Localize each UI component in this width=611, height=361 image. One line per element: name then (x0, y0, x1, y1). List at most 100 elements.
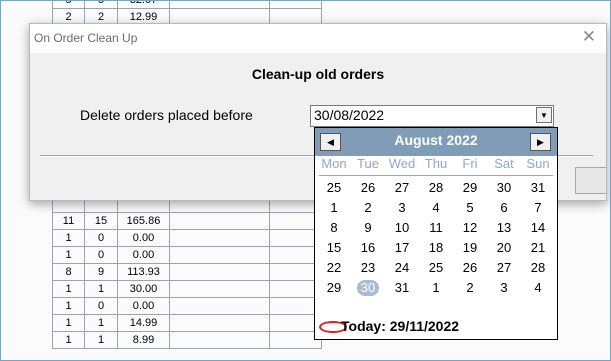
table-cell: 8.99 (118, 332, 170, 349)
calendar-day-number: 4 (432, 200, 440, 215)
today-label[interactable]: Today: 29/11/2022 (341, 318, 459, 334)
calendar-day[interactable]: 11 (419, 218, 453, 238)
calendar-day[interactable]: 3 (487, 278, 521, 298)
calendar-day-number: 27 (496, 260, 512, 275)
calendar-day[interactable]: 23 (351, 258, 385, 278)
calendar-day[interactable]: 31 (521, 178, 555, 198)
calendar-day-number: 20 (496, 240, 512, 255)
weekday-label: Tue (357, 156, 379, 171)
table-cell: 0.00 (118, 247, 170, 264)
calendar-day[interactable]: 27 (487, 258, 521, 278)
table-cell: 1 (52, 332, 85, 349)
weekday-label: Mon (321, 156, 347, 171)
dialog-heading: Clean-up old orders (251, 66, 385, 82)
calendar-days: 25 26 27 28 29 30 31 1 2 3 4 5 6 7 8 9 10 11 12 13 14 15 16 17 1… (317, 178, 555, 298)
calendar-day-number: 30 (496, 180, 512, 195)
calendar-day[interactable]: 12 (453, 218, 487, 238)
calendar-day[interactable]: 14 (521, 218, 555, 238)
calendar-day-number: 3 (398, 200, 406, 215)
calendar-day[interactable]: 3 (385, 198, 419, 218)
table-cell (170, 247, 270, 264)
calendar-day-number: 1 (432, 280, 440, 295)
calendar-day[interactable]: 2 (351, 198, 385, 218)
calendar-day[interactable]: 18 (419, 238, 453, 258)
weekday-label: Wed (388, 156, 416, 171)
calendar-day[interactable]: 26 (453, 258, 487, 278)
today-row[interactable]: Today: 29/11/2022 (317, 318, 555, 336)
calendar-day[interactable]: 15 (317, 238, 351, 258)
table-cell: 1 (52, 230, 85, 247)
calendar-week-row: 15 16 17 18 19 20 21 (317, 238, 555, 258)
calendar-day-number: 30 (360, 280, 376, 295)
calendar-day[interactable]: 9 (351, 218, 385, 238)
table-cell: 1 (85, 281, 118, 298)
date-picker-field[interactable]: 30/08/2022 ▼ (310, 105, 554, 127)
calendar-day[interactable]: 2 (453, 278, 487, 298)
calendar-day-number: 29 (326, 280, 342, 295)
calendar-day[interactable]: 7 (521, 198, 555, 218)
calendar-day-number: 15 (326, 240, 342, 255)
partially-hidden-button[interactable] (575, 167, 606, 194)
calendar-day[interactable]: 21 (521, 238, 555, 258)
calendar-day[interactable]: 10 (385, 218, 419, 238)
calendar-day[interactable]: 5 (453, 198, 487, 218)
table-cell: 0.00 (118, 230, 170, 247)
calendar-day[interactable]: 26 (351, 178, 385, 198)
calendar-day[interactable]: 4 (521, 278, 555, 298)
calendar-day-number: 28 (530, 260, 546, 275)
calendar-day-number: 2 (466, 280, 474, 295)
table-cell (170, 315, 270, 332)
table-cell (170, 213, 270, 230)
calendar-day-number: 26 (462, 260, 478, 275)
calendar-day[interactable]: 22 (317, 258, 351, 278)
calendar-day[interactable]: 29 (453, 178, 487, 198)
calendar-day-number: 8 (330, 220, 338, 235)
table-cell: 1 (52, 298, 85, 315)
table-cell: 15 (85, 213, 118, 230)
calendar-day-number: 2 (364, 200, 372, 215)
calendar-day-number: 25 (326, 180, 342, 195)
next-month-icon[interactable]: ▶ (530, 133, 551, 151)
calendar-day[interactable]: 28 (521, 258, 555, 278)
calendar-day[interactable]: 1 (419, 278, 453, 298)
calendar-day[interactable]: 1 (317, 198, 351, 218)
calendar-day-number: 13 (496, 220, 512, 235)
calendar-day[interactable]: 27 (385, 178, 419, 198)
table-cell: 1 (52, 315, 85, 332)
chevron-down-icon[interactable]: ▼ (536, 107, 552, 123)
table-cell: 30.00 (118, 281, 170, 298)
weekday-label: Sun (526, 156, 550, 171)
calendar-week-row: 22 23 24 25 26 27 28 (317, 258, 555, 278)
calendar-day-selected[interactable]: 30 (351, 278, 385, 298)
close-icon[interactable]: ✕ (582, 27, 596, 47)
calendar-day[interactable]: 29 (317, 278, 351, 298)
calendar-day-number: 22 (326, 260, 342, 275)
calendar-day[interactable]: 13 (487, 218, 521, 238)
calendar-day-number: 18 (428, 240, 444, 255)
month-label: August 2022 (394, 132, 478, 148)
table-row: 1 1 30.00 (52, 281, 322, 298)
date-value: 30/08/2022 (314, 107, 385, 123)
table-row: 8 9 113.93 (52, 264, 322, 281)
calendar-day[interactable]: 16 (351, 238, 385, 258)
weekday-label: Fri (462, 156, 478, 171)
calendar-day[interactable]: 28 (419, 178, 453, 198)
calendar-day[interactable]: 19 (453, 238, 487, 258)
calendar-week-row: 8 9 10 11 12 13 14 (317, 218, 555, 238)
calendar-day[interactable]: 24 (385, 258, 419, 278)
calendar-day[interactable]: 30 (487, 178, 521, 198)
calendar-day[interactable]: 31 (385, 278, 419, 298)
calendar-day[interactable]: 8 (317, 218, 351, 238)
calendar-day-number: 10 (394, 220, 410, 235)
table-cell: 1 (85, 315, 118, 332)
calendar-header: ◀ August 2022 ▶ (315, 128, 557, 156)
table-cell (270, 1, 322, 9)
calendar-day[interactable]: 4 (419, 198, 453, 218)
calendar-week-row: 29 30 31 1 2 3 4 (317, 278, 555, 298)
calendar-day[interactable]: 6 (487, 198, 521, 218)
calendar-day[interactable]: 20 (487, 238, 521, 258)
table-row: 5 5 32.67 (52, 1, 322, 9)
calendar-day[interactable]: 25 (317, 178, 351, 198)
calendar-day[interactable]: 25 (419, 258, 453, 278)
calendar-day[interactable]: 17 (385, 238, 419, 258)
